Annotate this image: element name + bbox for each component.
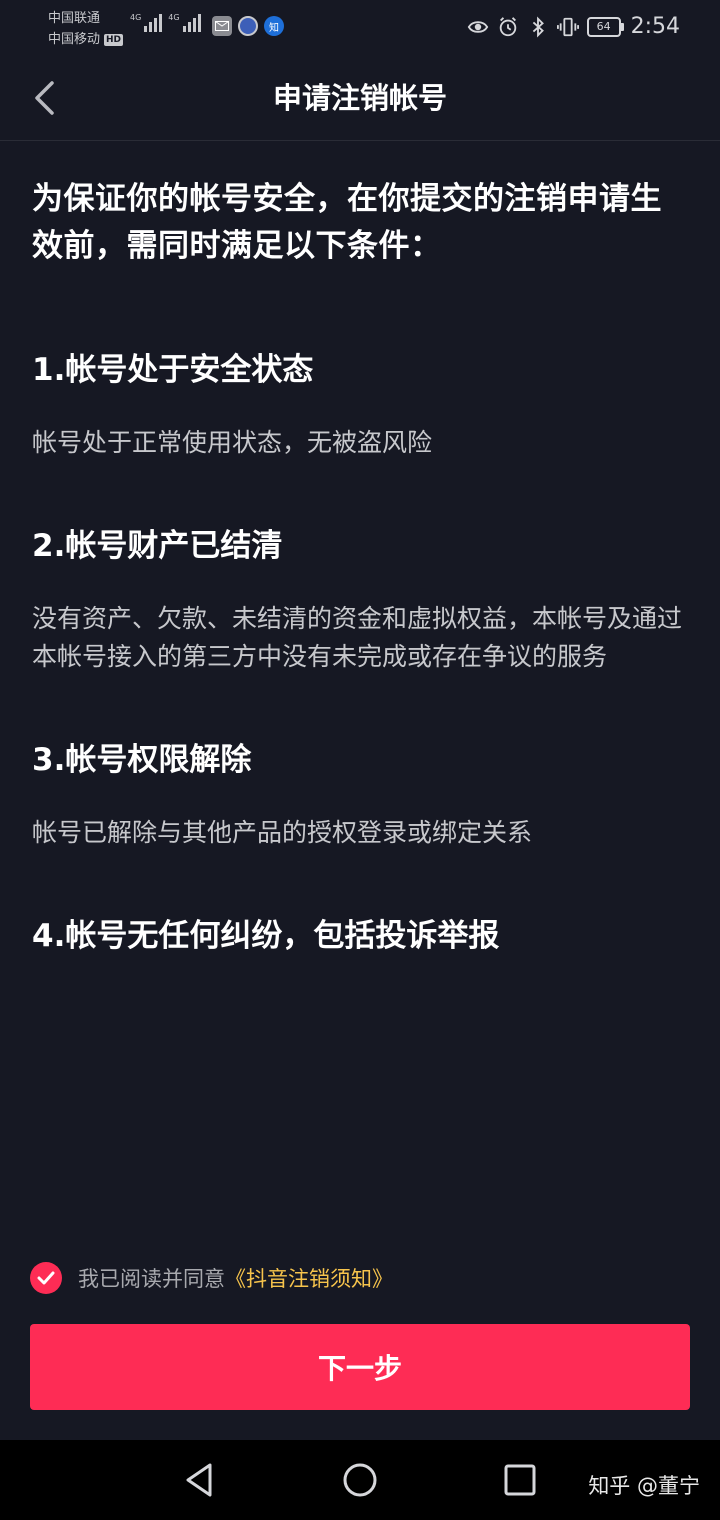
watermark: 知乎 @董宁: [588, 1474, 700, 1498]
next-step-button[interactable]: 下一步: [30, 1324, 690, 1410]
triangle-back-icon: [186, 1463, 212, 1497]
agreement-link[interactable]: 《抖音注销须知》: [225, 1263, 393, 1293]
vibrate-icon: [556, 17, 579, 36]
condition-1-description: 帐号处于正常使用状态，无被盗风险: [32, 428, 433, 457]
signal-1-tag: 4G: [130, 13, 142, 22]
intro-text: 为保证你的帐号安全，在你提交的注销申请生效前，需同时满足以下条件：: [32, 181, 662, 264]
mail-icon: [212, 16, 232, 36]
agreement-checkbox-row[interactable]: 我已阅读并同意 《抖音注销须知》: [30, 1262, 393, 1294]
hd-badge: HD: [104, 33, 124, 46]
system-nav-bar: 知乎 @董宁: [0, 1440, 720, 1520]
circle-home-icon: [343, 1463, 377, 1497]
nav-bar: 申请注销帐号: [0, 56, 720, 141]
agreement-label: 我已阅读并同意: [78, 1267, 225, 1291]
condition-3-description: 帐号已解除与其他产品的授权登录或绑定关系: [32, 818, 533, 847]
signal-1-icon: 4G: [130, 13, 163, 32]
status-right: 64 2:54: [467, 14, 680, 39]
square-recents-icon: [504, 1464, 536, 1496]
check-icon: [37, 1271, 55, 1285]
system-back-button[interactable]: [180, 1460, 220, 1500]
carrier-info: 中国联通 中国移动 HD: [48, 8, 124, 50]
clock: 2:54: [630, 14, 680, 39]
condition-2-title: 2.帐号财产已结清: [32, 528, 283, 564]
condition-3-title: 3.帐号权限解除: [32, 742, 252, 778]
system-recents-button[interactable]: [500, 1460, 540, 1500]
page-title: 申请注销帐号: [272, 81, 447, 115]
condition-1-title: 1.帐号处于安全状态: [32, 352, 314, 388]
agreement-checkbox[interactable]: [30, 1262, 62, 1294]
notification-icons: 知: [212, 16, 284, 36]
system-home-button[interactable]: [340, 1460, 380, 1500]
signal-2-icon: 4G: [168, 13, 201, 32]
condition-4-title: 4.帐号无任何纠纷，包括投诉举报: [32, 918, 500, 954]
carrier-1-label: 中国联通: [48, 11, 101, 26]
weibo-icon: [238, 16, 258, 36]
bluetooth-icon: [532, 16, 544, 37]
condition-2-description: 没有资产、欠款、未结清的资金和虚拟权益，本帐号及通过本帐号接入的第三方中没有未完…: [32, 604, 683, 671]
zhihu-icon: 知: [264, 16, 284, 36]
alarm-icon: [499, 16, 516, 36]
eye-icon: [467, 20, 488, 33]
carrier-2-label: 中国移动: [48, 32, 101, 47]
battery-icon: 64: [586, 16, 624, 37]
signal-2-tag: 4G: [168, 13, 180, 22]
signal-indicators: 4G 4G: [130, 14, 201, 32]
status-bar: 中国联通 中国移动 HD 4G 4G 知 64 2:54: [0, 0, 720, 56]
conditions-content: 为保证你的帐号安全，在你提交的注销申请生效前，需同时满足以下条件： 1.帐号处于…: [32, 176, 692, 956]
